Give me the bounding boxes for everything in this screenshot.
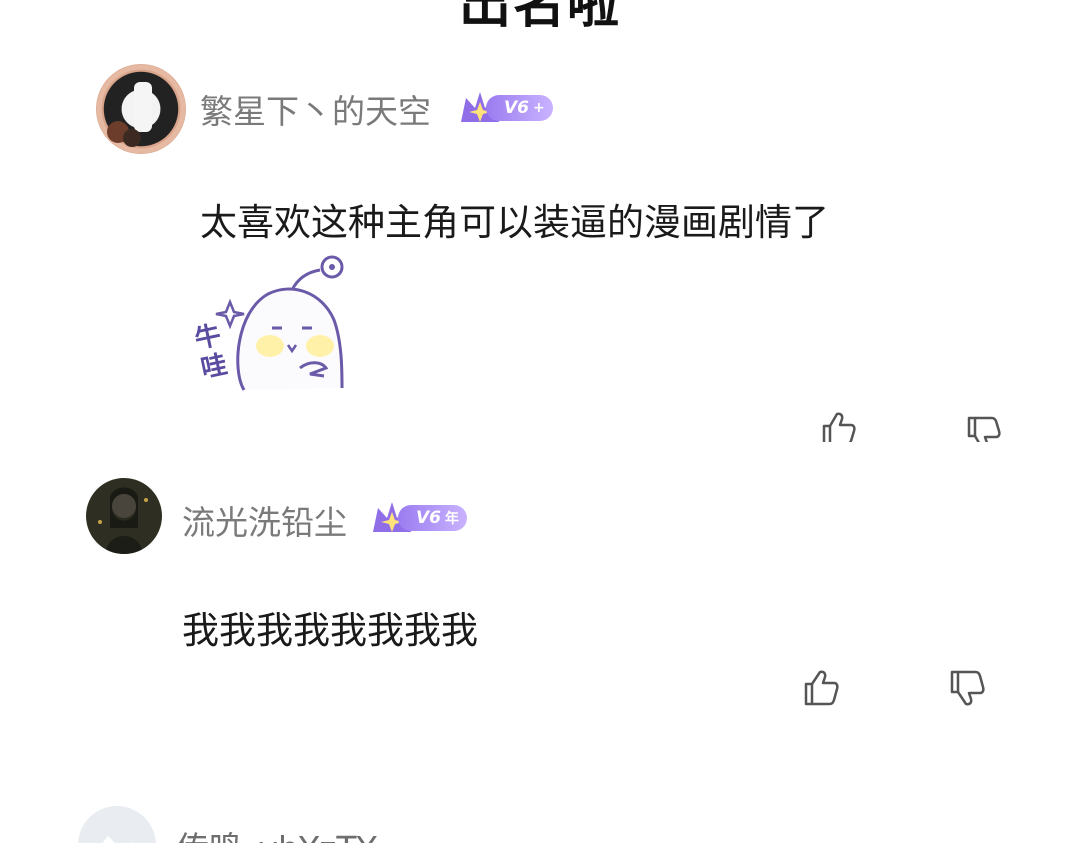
like-button[interactable] bbox=[818, 408, 858, 442]
avatar[interactable] bbox=[86, 478, 162, 554]
dislike-button[interactable] bbox=[948, 668, 988, 708]
thumbs-down-icon bbox=[950, 670, 985, 706]
default-avatar-icon bbox=[102, 836, 133, 843]
vip-level: V6 年 bbox=[398, 505, 467, 531]
vip-suffix: + bbox=[533, 100, 545, 116]
thumbs-up-icon bbox=[804, 670, 839, 706]
sticker-image: 牛哇 bbox=[192, 250, 362, 400]
vip-level-text: V6 bbox=[504, 98, 529, 118]
vip-suffix: 年 bbox=[445, 511, 459, 527]
vip-badge: V6 年 bbox=[370, 498, 467, 538]
avatar[interactable] bbox=[96, 64, 186, 154]
thumbs-down-icon bbox=[967, 416, 1001, 442]
page-title: 出名啦 bbox=[458, 0, 621, 35]
avatar[interactable] bbox=[78, 806, 156, 843]
vip-level: V6 + bbox=[486, 95, 553, 121]
comment-text: 我我我我我我我我 bbox=[182, 609, 478, 652]
avatar-image bbox=[96, 64, 186, 154]
like-button[interactable] bbox=[802, 668, 842, 708]
avatar-image bbox=[98, 487, 148, 554]
thumbs-up-icon bbox=[822, 412, 856, 442]
comment-text: 太喜欢这种主角可以装逼的漫画剧情了 bbox=[200, 201, 829, 244]
vip-level-text: V6 bbox=[416, 508, 441, 528]
username[interactable]: 繁星下丶的天空 bbox=[200, 85, 431, 133]
username[interactable]: 流光洗铅尘 bbox=[182, 496, 347, 544]
username[interactable]: 传鸣_yhYzTY bbox=[176, 822, 377, 843]
comment-feed: 出名啦 繁星下丶的天空 V6 + 太喜欢这种主角可以装逼的漫画剧情了 牛哇 流光… bbox=[0, 0, 1080, 843]
vip-badge: V6 + bbox=[458, 88, 553, 128]
dislike-button[interactable] bbox=[965, 408, 1005, 442]
